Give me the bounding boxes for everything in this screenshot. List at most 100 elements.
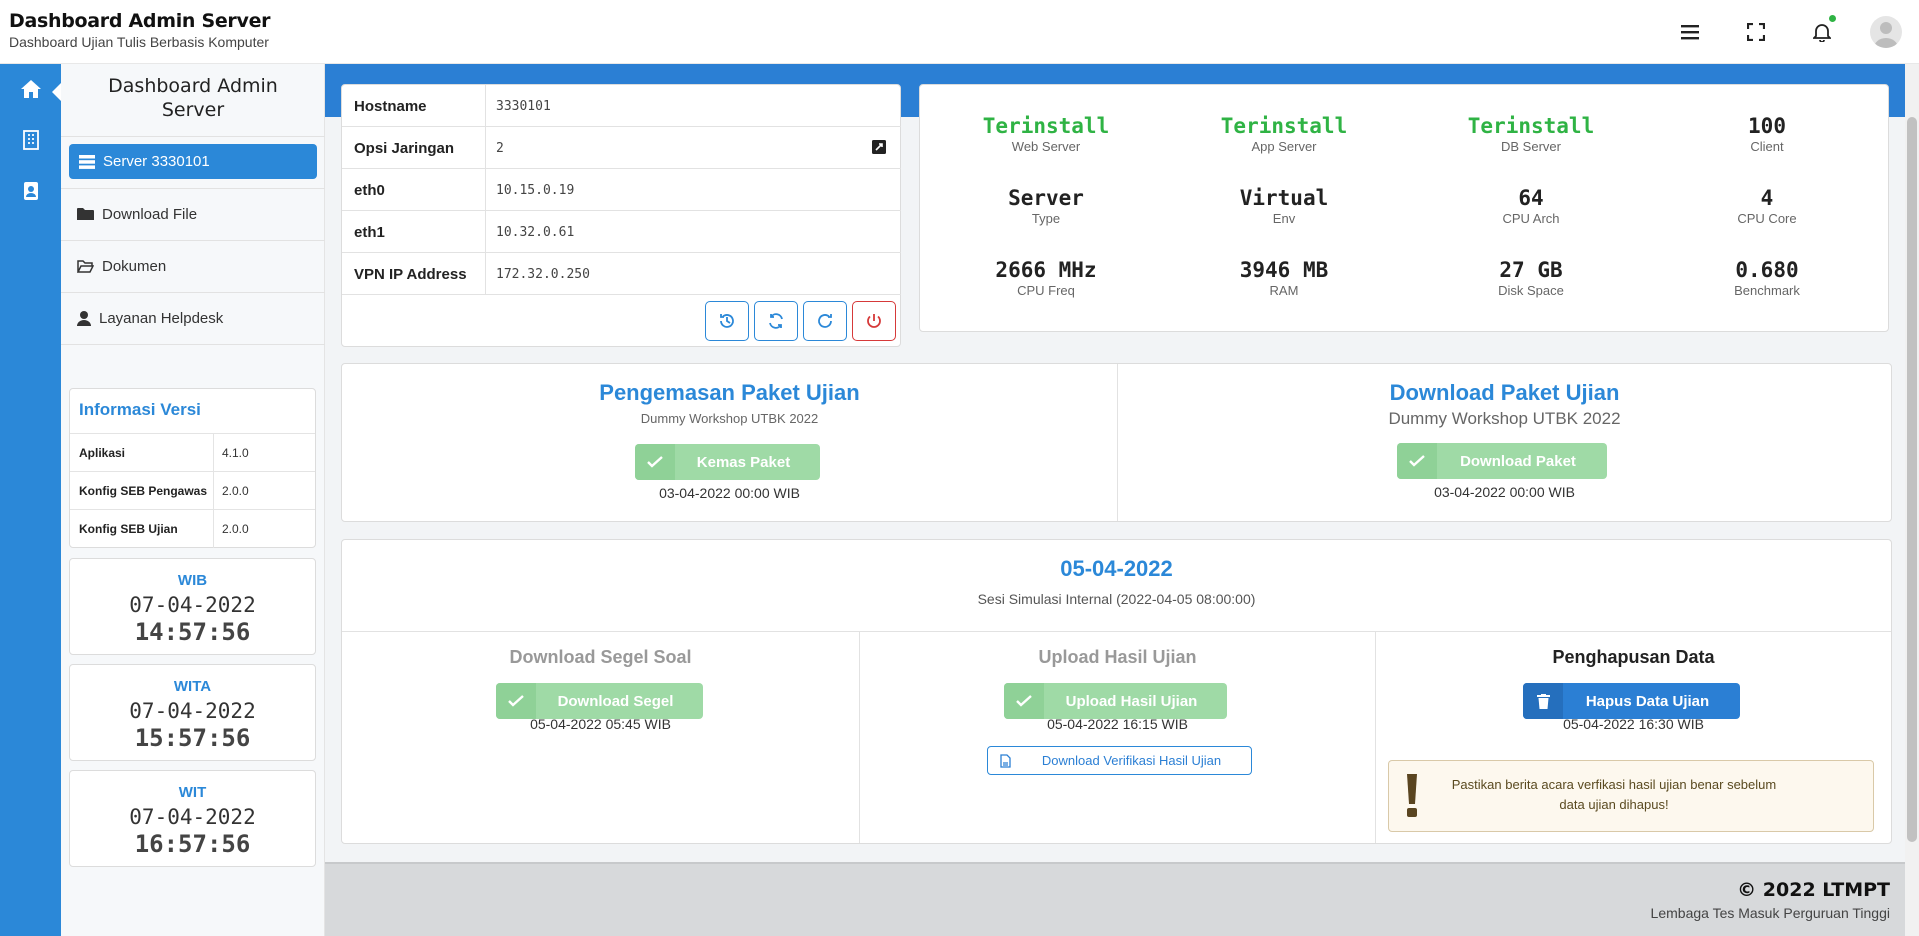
- trash-icon: [1523, 683, 1563, 719]
- avatar[interactable]: [1870, 16, 1902, 48]
- stat-label: CPU Core: [1737, 211, 1797, 226]
- version-key: Konfig SEB Ujian: [79, 522, 178, 536]
- sidebar-item-label: Download File: [102, 205, 198, 223]
- edit-icon[interactable]: [872, 140, 886, 159]
- folder-open-icon: [77, 260, 94, 273]
- stat-label: Type: [1031, 211, 1061, 226]
- stat-value: 0.680: [1735, 258, 1799, 282]
- stat-db-server: Terinstall DB Server: [1431, 113, 1631, 155]
- section-date: 05-04-2022 16:15 WIB: [1047, 716, 1188, 732]
- redo-button[interactable]: [803, 301, 847, 341]
- network-key: VPN IP Address: [354, 266, 467, 283]
- sidebar-item-label: Server 3330101: [103, 153, 210, 170]
- sidebar: Dashboard Admin Server Server 3330101 Do…: [61, 64, 325, 936]
- stat-ram: 3946 MB RAM: [1184, 257, 1384, 299]
- warning-alert: Pastikan berita acara verfikasi hasil uj…: [1388, 760, 1874, 832]
- download-verification-button[interactable]: Download Verifikasi Hasil Ujian: [987, 746, 1252, 775]
- organization: Lembaga Tes Masuk Perguruan Tinggi: [1650, 905, 1890, 921]
- clock-date: 07-04-2022: [129, 593, 256, 617]
- download-package-button[interactable]: Download Paket: [1397, 443, 1607, 479]
- scrollbar-thumb[interactable]: [1907, 117, 1917, 842]
- section-title: Download Segel Soal: [509, 647, 692, 667]
- network-value: 172.32.0.250: [496, 267, 590, 282]
- button-label: Download Segel: [557, 692, 674, 710]
- power-button[interactable]: [852, 301, 896, 341]
- stat-label: Client: [1750, 139, 1784, 154]
- stat-label: CPU Arch: [1502, 211, 1560, 226]
- stat-env: Virtual Env: [1184, 185, 1384, 227]
- divider: [61, 344, 325, 345]
- network-row: VPN IP Address 172.32.0.250: [342, 253, 901, 295]
- sidebar-item-download-file[interactable]: Download File: [77, 199, 317, 229]
- sidebar-item-helpdesk[interactable]: Layanan Helpdesk: [77, 303, 317, 333]
- stat-label: App Server: [1251, 139, 1317, 154]
- divider: [61, 188, 325, 189]
- icon-rail: [0, 64, 61, 936]
- pack-package-button[interactable]: Kemas Paket: [635, 444, 820, 480]
- upload-result-button[interactable]: Upload Hasil Ujian: [1004, 683, 1227, 719]
- version-value: 2.0.0: [222, 522, 249, 536]
- version-row: Konfig SEB Ujian 2.0.0: [70, 509, 315, 548]
- pdf-file-icon: [988, 753, 1022, 768]
- divider: [61, 292, 325, 293]
- version-title: Informasi Versi: [79, 400, 201, 419]
- stat-label: DB Server: [1501, 139, 1561, 154]
- section-title: Penghapusan Data: [1552, 647, 1715, 667]
- footer: © 2022 LTMPT Lembaga Tes Masuk Perguruan…: [325, 862, 1905, 936]
- section-date: 05-04-2022 05:45 WIB: [530, 716, 671, 732]
- package-card: Pengemasan Paket Ujian Dummy Workshop UT…: [341, 363, 1892, 522]
- stat-value: 3946 MB: [1239, 258, 1329, 282]
- stat-type: Server Type: [946, 185, 1146, 227]
- section-date: 05-04-2022 16:30 WIB: [1563, 716, 1704, 732]
- check-icon: [635, 444, 675, 480]
- app-subtitle: Dashboard Ujian Tulis Berbasis Komputer: [9, 34, 269, 50]
- download-segel-button[interactable]: Download Segel: [496, 683, 703, 719]
- session-subtitle: Sesi Simulasi Internal (2022-04-05 08:00…: [977, 591, 1256, 607]
- clock-date: 07-04-2022: [129, 805, 256, 829]
- clock-wita: WITA 07-04-2022 15:57:56: [69, 664, 316, 761]
- button-label: Hapus Data Ujian: [1585, 692, 1710, 710]
- section-title: Pengemasan Paket Ujian: [599, 380, 860, 405]
- active-indicator: [52, 83, 61, 101]
- sidebar-title: Dashboard Admin Server: [108, 75, 278, 121]
- version-key: Aplikasi: [79, 446, 126, 460]
- stat-value: 100: [1748, 114, 1786, 138]
- stat-disk-space: 27 GB Disk Space: [1431, 257, 1631, 299]
- history-icon: [720, 314, 734, 328]
- sidebar-item-label: Dokumen: [102, 257, 167, 275]
- stat-value: 4: [1760, 186, 1774, 210]
- stat-label: Benchmark: [1734, 283, 1800, 298]
- home-icon[interactable]: [18, 76, 44, 102]
- building-icon[interactable]: [18, 127, 44, 153]
- divider: [61, 240, 325, 241]
- button-label: Kemas Paket: [696, 453, 791, 471]
- section-title: Upload Hasil Ujian: [1038, 647, 1197, 667]
- clock-time: 16:57:56: [134, 830, 251, 858]
- version-value: 4.1.0: [222, 446, 249, 460]
- stat-label: CPU Freq: [1017, 283, 1075, 298]
- delete-section: Penghapusan Data Hapus Data Ujian 05-04-…: [1376, 632, 1891, 843]
- check-icon: [496, 683, 536, 719]
- sidebar-item-dokumen[interactable]: Dokumen: [77, 251, 317, 281]
- section-subtitle: Dummy Workshop UTBK 2022: [640, 411, 819, 426]
- clock-zone: WITA: [173, 678, 212, 695]
- server-stats-card: Terinstall Web Server Terinstall App Serve…: [919, 84, 1889, 332]
- stat-value: Terinstall: [1467, 114, 1595, 138]
- stat-label: Web Server: [1011, 139, 1081, 154]
- history-button[interactable]: [705, 301, 749, 341]
- sidebar-item-label: Layanan Helpdesk: [99, 309, 224, 327]
- network-row: Hostname 3330101: [342, 85, 901, 127]
- stat-cpu-arch: 64 CPU Arch: [1431, 185, 1631, 227]
- network-card: Hostname 3330101 Opsi Jaringan 2 eth0 10…: [341, 84, 901, 347]
- fullscreen-icon[interactable]: [1744, 20, 1768, 44]
- clock-wit: WIT 07-04-2022 16:57:56: [69, 770, 316, 867]
- sidebar-item-server[interactable]: Server 3330101: [69, 144, 317, 179]
- warning-text: Pastikan berita acara verfikasi hasil uj…: [1451, 777, 1777, 812]
- menu-icon[interactable]: [1678, 20, 1702, 44]
- delete-data-button[interactable]: Hapus Data Ujian: [1523, 683, 1740, 719]
- version-key: Konfig SEB Pengawas: [79, 484, 208, 498]
- sync-button[interactable]: [754, 301, 798, 341]
- section-date: 03-04-2022 00:00 WIB: [659, 485, 800, 501]
- contact-book-icon[interactable]: [18, 178, 44, 204]
- bell-icon[interactable]: [1810, 20, 1834, 44]
